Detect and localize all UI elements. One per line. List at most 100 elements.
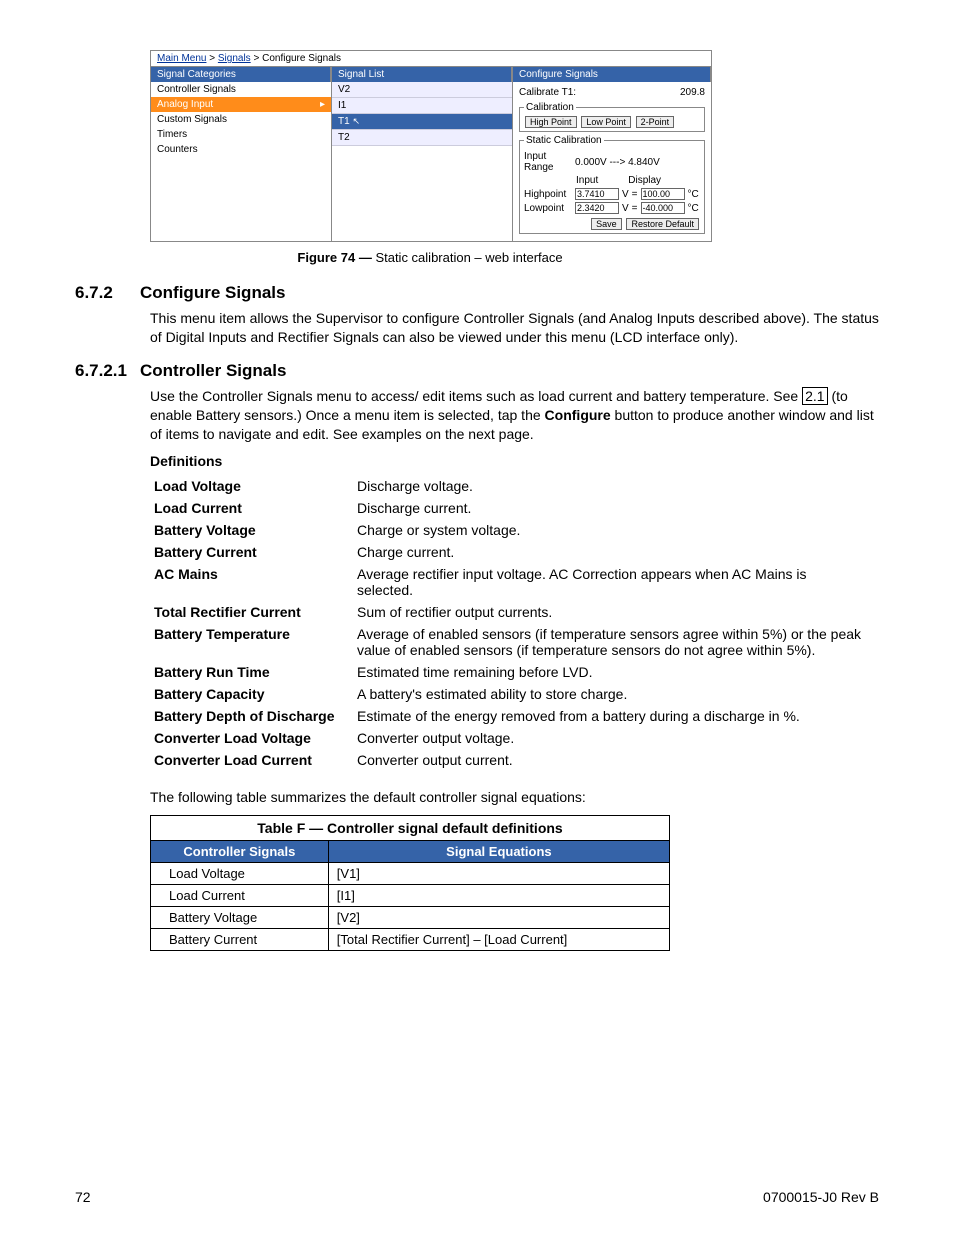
cat-analog-input-label: Analog Input	[157, 99, 213, 110]
def-desc: Estimated time remaining before LVD.	[353, 661, 870, 683]
ref-2-1[interactable]: 2.1	[802, 387, 827, 405]
bc-main-menu[interactable]: Main Menu	[157, 53, 206, 64]
def-desc: Converter output voltage.	[353, 727, 870, 749]
static-calibration-fieldset: Static Calibration Input Range 0.000V --…	[519, 135, 705, 234]
highpoint-label: Highpoint	[524, 189, 572, 200]
lowpoint-input[interactable]	[575, 202, 619, 214]
def-term: Load Voltage	[150, 475, 353, 497]
heading-title: Configure Signals	[140, 283, 879, 303]
tf-cell: Load Current	[151, 885, 329, 907]
def-desc: Charge or system voltage.	[353, 519, 870, 541]
unit-degc-2: °C	[688, 203, 699, 214]
def-term: Battery Current	[150, 541, 353, 563]
calibration-legend: Calibration	[524, 102, 576, 113]
cat-counters[interactable]: Counters	[151, 142, 331, 157]
bc-signals[interactable]: Signals	[218, 53, 251, 64]
display-header: Display	[628, 175, 661, 186]
input-range-value: 0.000V ---> 4.840V	[575, 157, 660, 168]
table-f-caption: Table F — Controller signal default defi…	[150, 815, 670, 840]
cat-timers[interactable]: Timers	[151, 127, 331, 142]
sig-t2[interactable]: T2	[332, 130, 512, 146]
lowpoint-label: Lowpoint	[524, 203, 572, 214]
col-head-configure: Configure Signals	[513, 67, 711, 82]
sig-t1-label: T1	[338, 116, 350, 127]
calibrate-value: 209.8	[680, 87, 705, 98]
heading-num-2: 6.7.2.1	[75, 361, 140, 381]
figure-label: Figure 74 —	[297, 250, 375, 265]
tf-cell: [I1]	[328, 885, 669, 907]
save-button[interactable]: Save	[591, 218, 622, 230]
figure-text: Static calibration – web interface	[375, 250, 562, 265]
def-term: Converter Load Current	[150, 749, 353, 771]
def-term: Converter Load Voltage	[150, 727, 353, 749]
cat-analog-input[interactable]: Analog Input ▸	[151, 97, 331, 112]
definitions-table: Load VoltageDischarge voltage. Load Curr…	[150, 475, 870, 771]
chevron-right-icon: ▸	[320, 99, 325, 110]
def-desc: Average rectifier input voltage. AC Corr…	[353, 563, 870, 601]
lowpoint-display[interactable]	[641, 202, 685, 214]
input-header: Input	[576, 175, 598, 186]
page-number: 72	[75, 1189, 91, 1205]
def-desc: Converter output current.	[353, 749, 870, 771]
configure-bold: Configure	[545, 407, 611, 423]
cursor-icon: ↖	[352, 116, 360, 126]
col-head-categories: Signal Categories	[151, 67, 331, 82]
table-intro: The following table summarizes the defau…	[150, 789, 879, 805]
tf-cell: Battery Current	[151, 929, 329, 951]
sig-t1[interactable]: T1 ↖	[332, 114, 512, 130]
sig-i1[interactable]: I1	[332, 98, 512, 114]
def-desc: Estimate of the energy removed from a ba…	[353, 705, 870, 727]
def-desc: Discharge voltage.	[353, 475, 870, 497]
restore-default-button[interactable]: Restore Default	[626, 218, 699, 230]
def-desc: Sum of rectifier output currents.	[353, 601, 870, 623]
eq-sign: =	[632, 189, 638, 200]
heading-6-7-2-1: 6.7.2.1 Controller Signals	[75, 361, 879, 381]
def-desc: Average of enabled sensors (if temperatu…	[353, 623, 870, 661]
tf-cell: [V2]	[328, 907, 669, 929]
bc-current: Configure Signals	[262, 53, 341, 64]
highpoint-display[interactable]	[641, 188, 685, 200]
def-term: Battery Depth of Discharge	[150, 705, 353, 727]
table-f-h2: Signal Equations	[328, 841, 669, 863]
low-point-button[interactable]: Low Point	[581, 116, 631, 128]
def-term: Battery Voltage	[150, 519, 353, 541]
unit-degc: °C	[688, 189, 699, 200]
def-term: AC Mains	[150, 563, 353, 601]
def-term: Battery Capacity	[150, 683, 353, 705]
def-desc: A battery's estimated ability to store c…	[353, 683, 870, 705]
tf-cell: [Total Rectifier Current] – [Load Curren…	[328, 929, 669, 951]
sig-v2[interactable]: V2	[332, 82, 512, 98]
table-f: Table F — Controller signal default defi…	[150, 815, 670, 951]
def-term: Load Current	[150, 497, 353, 519]
calibrate-label: Calibrate T1:	[519, 87, 576, 98]
def-term: Total Rectifier Current	[150, 601, 353, 623]
tf-cell: [V1]	[328, 863, 669, 885]
heading-6-7-2: 6.7.2 Configure Signals	[75, 283, 879, 303]
two-point-button[interactable]: 2-Point	[636, 116, 675, 128]
figure-caption: Figure 74 — Static calibration – web int…	[150, 250, 710, 265]
def-term: Battery Temperature	[150, 623, 353, 661]
cat-custom-signals[interactable]: Custom Signals	[151, 112, 331, 127]
col-head-signal-list: Signal List	[332, 67, 512, 82]
definitions-heading: Definitions	[150, 453, 879, 469]
heading-title-2: Controller Signals	[140, 361, 879, 381]
tf-cell: Load Voltage	[151, 863, 329, 885]
def-desc: Discharge current.	[353, 497, 870, 519]
static-legend: Static Calibration	[524, 135, 604, 146]
def-desc: Charge current.	[353, 541, 870, 563]
table-f-h1: Controller Signals	[151, 841, 329, 863]
breadcrumb: Main Menu > Signals > Configure Signals	[151, 51, 711, 67]
cat-controller-signals[interactable]: Controller Signals	[151, 82, 331, 97]
unit-v-2: V	[622, 203, 629, 214]
tf-cell: Battery Voltage	[151, 907, 329, 929]
eq-sign-2: =	[632, 203, 638, 214]
high-point-button[interactable]: High Point	[525, 116, 577, 128]
highpoint-input[interactable]	[575, 188, 619, 200]
body-part-1: Use the Controller Signals menu to acces…	[150, 388, 802, 404]
calibration-fieldset: Calibration High Point Low Point 2-Point	[519, 102, 705, 132]
unit-v: V	[622, 189, 629, 200]
body-6-7-2-1: Use the Controller Signals menu to acces…	[150, 387, 879, 444]
body-6-7-2: This menu item allows the Supervisor to …	[150, 309, 879, 347]
def-term: Battery Run Time	[150, 661, 353, 683]
web-interface-screenshot: Main Menu > Signals > Configure Signals …	[150, 50, 712, 242]
